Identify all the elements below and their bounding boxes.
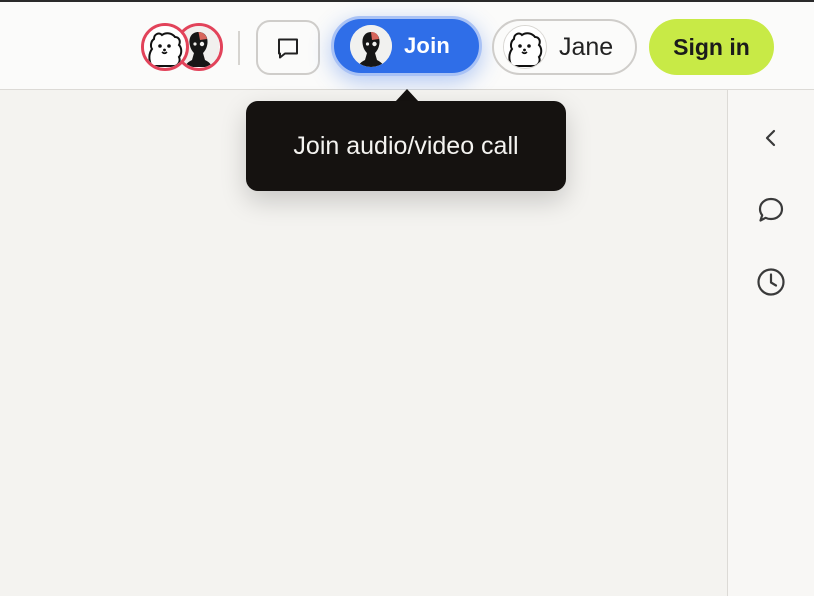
person-avatar-icon [350, 25, 392, 67]
chat-button[interactable] [256, 20, 320, 75]
user-avatar [503, 25, 547, 69]
participant-avatar-bear[interactable] [141, 23, 189, 71]
join-call-tooltip: Join audio/video call [246, 101, 566, 191]
collapse-sidebar-button[interactable] [754, 121, 788, 155]
bear-avatar-icon [144, 26, 185, 67]
participant-avatars[interactable] [141, 23, 225, 73]
user-name-label: Jane [559, 32, 614, 61]
comment-icon [758, 197, 784, 222]
clock-icon [757, 268, 785, 296]
join-call-button[interactable]: Join [331, 16, 482, 76]
history-button[interactable] [754, 265, 788, 299]
top-toolbar: Join Jane Sign in [0, 0, 814, 90]
bear-avatar-icon [504, 26, 545, 67]
comments-button[interactable] [754, 193, 788, 227]
toolbar-divider [238, 31, 240, 65]
chevron-left-icon [765, 129, 776, 147]
join-button-label: Join [404, 33, 451, 58]
join-user-avatar [350, 25, 392, 67]
sign-in-button[interactable]: Sign in [649, 19, 774, 75]
user-profile-button[interactable]: Jane [492, 19, 637, 75]
chat-icon [278, 38, 298, 58]
right-sidebar [727, 90, 814, 596]
